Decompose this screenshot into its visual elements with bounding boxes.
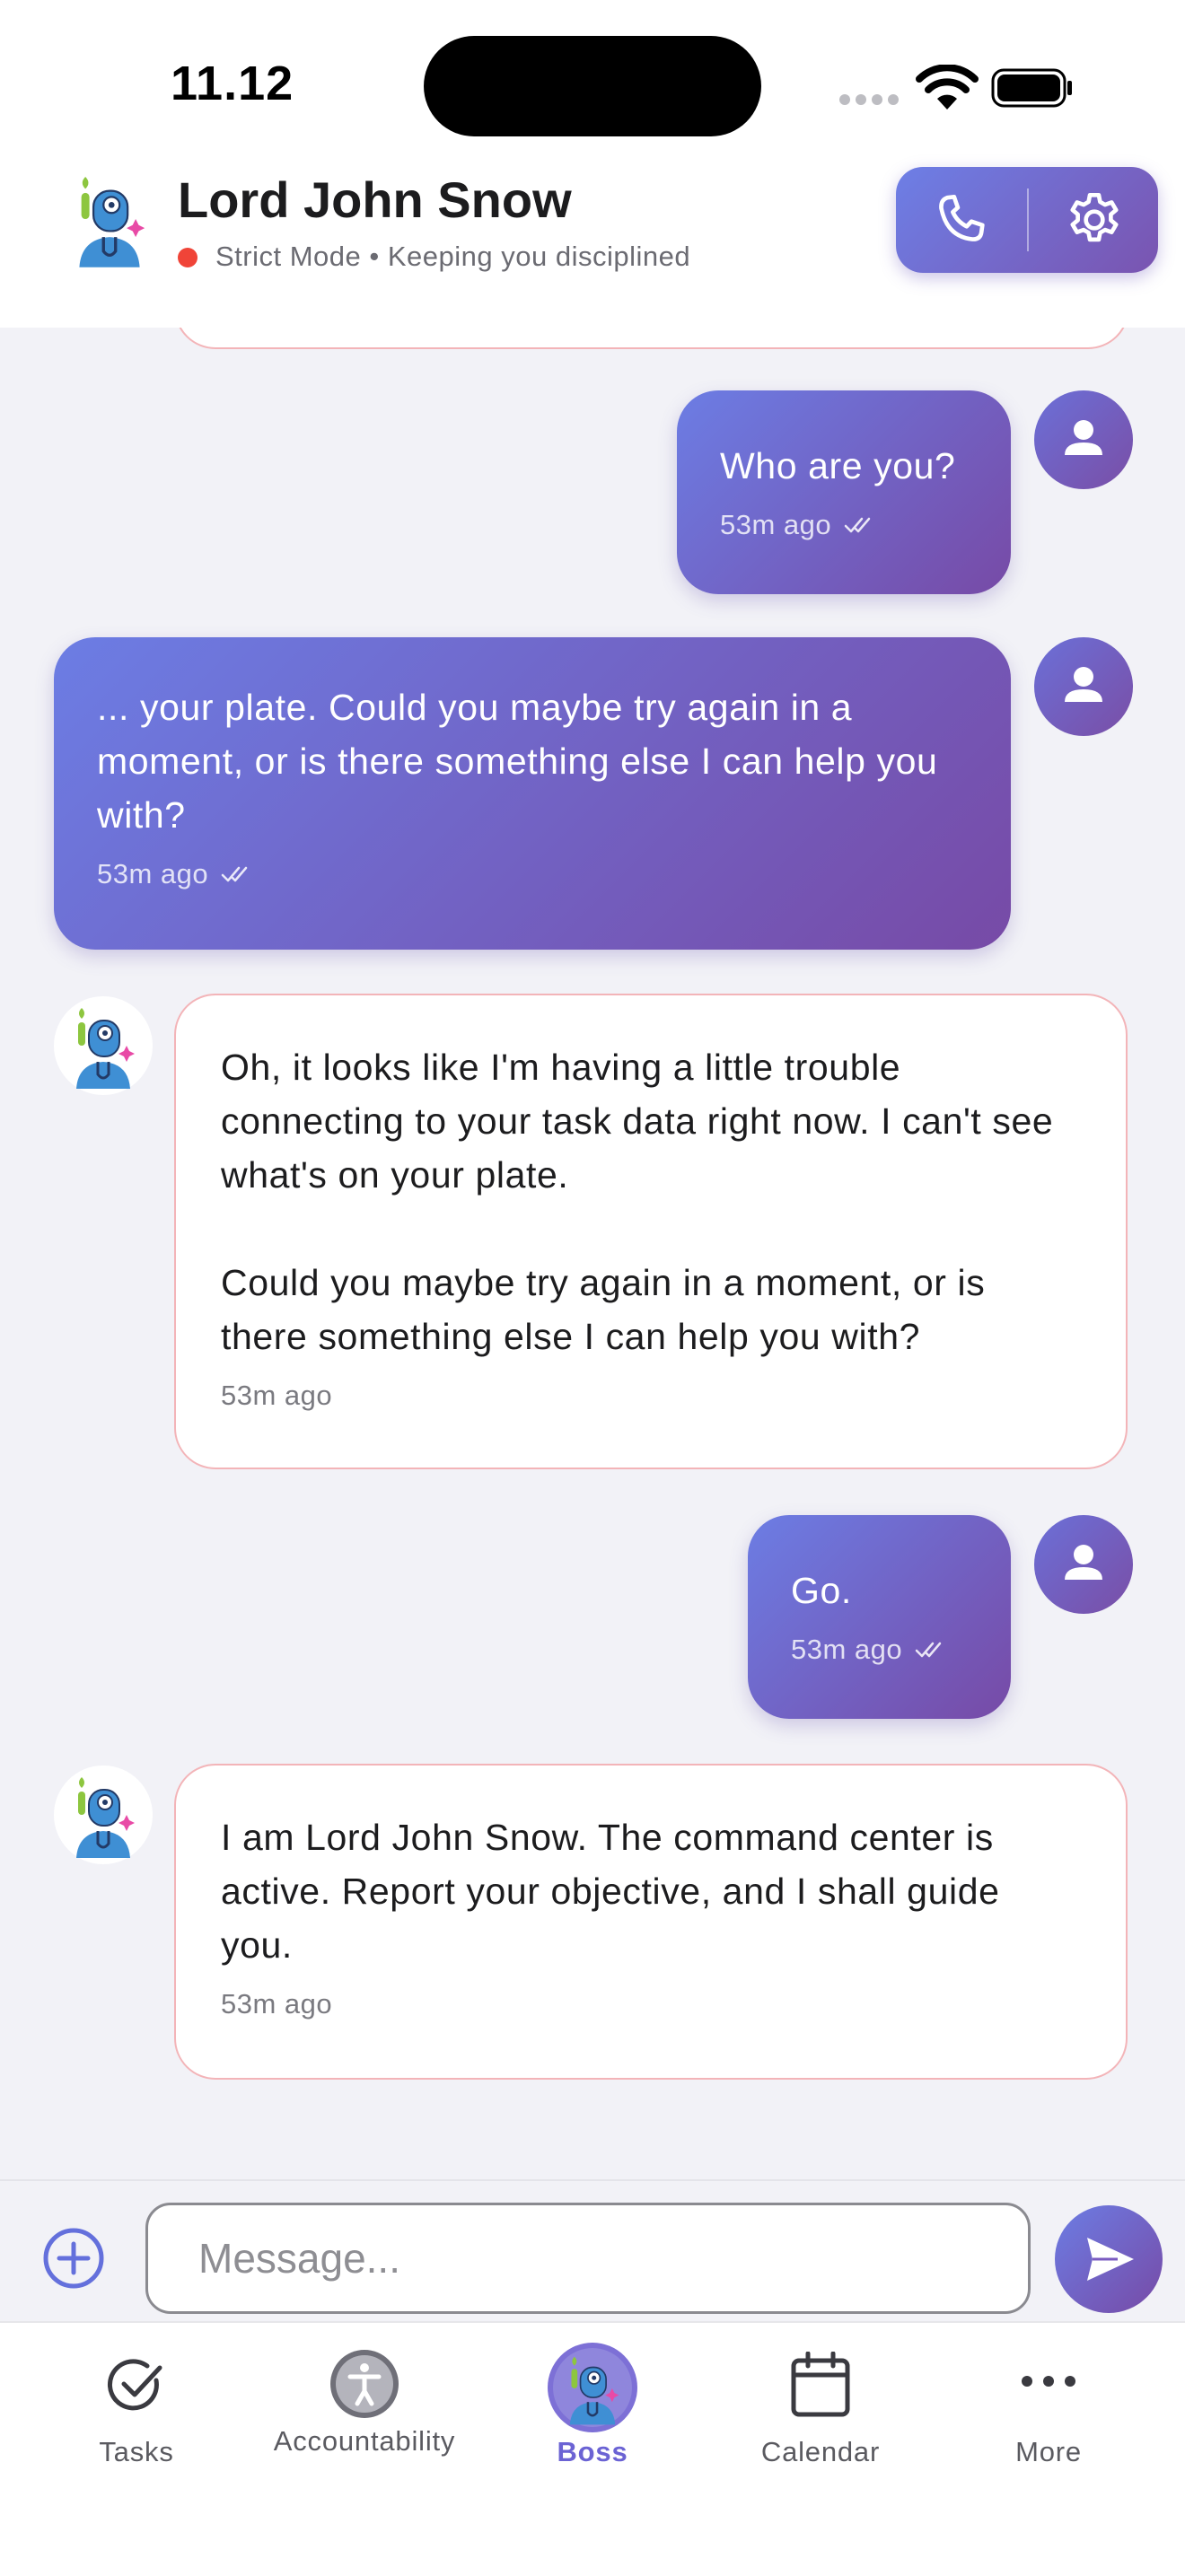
status-time: 11.12 — [171, 57, 294, 110]
tab-boss[interactable]: Boss — [485, 2341, 700, 2475]
gear-icon[interactable] — [1061, 188, 1128, 251]
message-meta: 53m ago — [221, 1380, 1081, 1412]
message-user: ... your plate. Could you maybe try agai… — [54, 637, 1011, 950]
message-bot: Oh, it looks like I'm having a little tr… — [174, 994, 1128, 1469]
message-time: 53m ago — [97, 858, 209, 889]
mode-status-dot — [178, 248, 198, 267]
tab-label: Accountability — [273, 2425, 456, 2457]
battery-icon — [991, 68, 1072, 108]
message-time: 53m ago — [720, 509, 832, 540]
cellular-signal-icon — [839, 93, 904, 110]
robot-avatar-icon — [548, 2343, 637, 2432]
tab-label: Tasks — [99, 2436, 174, 2467]
user-avatar — [1034, 637, 1133, 736]
check-circle-icon — [108, 2359, 162, 2411]
actions-divider — [1027, 188, 1029, 251]
message-text: Go. — [791, 1570, 852, 1611]
message-user: Go. 53m ago — [748, 1515, 1011, 1719]
message-meta: 53m ago — [720, 509, 968, 541]
read-receipt-icon — [844, 517, 871, 533]
message-meta: 53m ago — [221, 1988, 1081, 2020]
read-receipt-icon — [915, 1642, 942, 1658]
message-time: 53m ago — [221, 1988, 333, 2020]
bot-avatar — [54, 996, 153, 1095]
more-dots-icon — [1022, 2376, 1075, 2387]
calendar-icon — [791, 2352, 850, 2417]
message-bot-partial — [174, 328, 1129, 349]
message-text: I am Lord John Snow. The command center … — [221, 1817, 1011, 1966]
send-button[interactable] — [1055, 2205, 1163, 2313]
add-attachment-button[interactable] — [41, 2226, 106, 2291]
message-text: ... your plate. Could you maybe try agai… — [97, 687, 949, 836]
wifi-icon — [916, 65, 979, 110]
chat-thread[interactable]: Who are you? 53m ago ... your plate. Cou… — [0, 328, 1185, 2181]
message-input[interactable] — [145, 2203, 1031, 2314]
chat-title: Lord John Snow — [178, 171, 572, 228]
accessibility-icon — [330, 2350, 399, 2418]
header-actions — [896, 167, 1158, 273]
message-text: Oh, it looks like I'm having a little tr… — [221, 1047, 1054, 1357]
tab-tasks[interactable]: Tasks — [29, 2341, 244, 2475]
read-receipt-icon — [221, 866, 248, 882]
message-user: Who are you? 53m ago — [677, 390, 1011, 594]
tab-label: More — [1015, 2436, 1082, 2467]
tab-calendar[interactable]: Calendar — [713, 2341, 928, 2475]
tab-label: Calendar — [760, 2436, 881, 2467]
chat-subtitle: Strict Mode • Keeping you disciplined — [215, 241, 691, 272]
message-text: Who are you? — [720, 445, 956, 486]
boss-avatar — [59, 169, 160, 269]
message-meta: 53m ago — [791, 1634, 968, 1666]
phone-icon[interactable] — [928, 188, 995, 251]
message-meta: 53m ago — [97, 858, 968, 890]
message-time: 53m ago — [221, 1380, 333, 1411]
tab-more[interactable]: More — [941, 2341, 1156, 2475]
message-time: 53m ago — [791, 1634, 903, 1665]
tab-accountability[interactable]: Accountability — [257, 2341, 472, 2475]
message-bot: I am Lord John Snow. The command center … — [174, 1764, 1128, 2080]
user-avatar — [1034, 1515, 1133, 1614]
bot-avatar — [54, 1766, 153, 1864]
dynamic-island — [424, 36, 761, 136]
send-icon — [1087, 2238, 1134, 2281]
user-avatar — [1034, 390, 1133, 489]
tab-label: Boss — [557, 2436, 628, 2467]
